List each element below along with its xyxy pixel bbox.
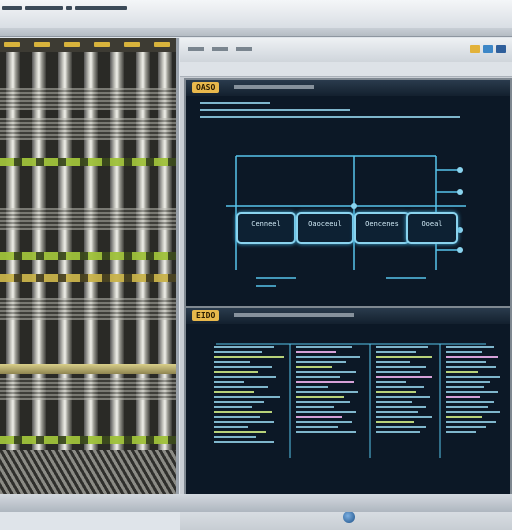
machine-base bbox=[0, 450, 176, 494]
window-controls bbox=[470, 45, 506, 53]
code-panel: EIDO bbox=[184, 306, 512, 510]
close-icon[interactable] bbox=[496, 45, 506, 53]
machine-shelf bbox=[0, 364, 176, 374]
machine-top-rail bbox=[0, 38, 176, 52]
menu-item[interactable] bbox=[236, 47, 252, 51]
flow-node[interactable]: Oencenes bbox=[354, 212, 410, 244]
indicator-light bbox=[64, 42, 80, 47]
machine-coil bbox=[0, 118, 176, 140]
indicator-light bbox=[124, 42, 140, 47]
code-column bbox=[296, 346, 360, 436]
machine-coil bbox=[0, 378, 176, 400]
machine-image bbox=[0, 38, 179, 494]
code-column bbox=[446, 346, 500, 436]
green-band bbox=[0, 436, 176, 444]
diagram-panel: OASO Cenneel Oaoceeul Oencenes Ooeal bbox=[184, 78, 512, 318]
green-band bbox=[0, 252, 176, 260]
menu-item[interactable] bbox=[188, 47, 204, 51]
minimize-icon[interactable] bbox=[470, 45, 480, 53]
yellow-band bbox=[0, 274, 176, 282]
title-bar bbox=[0, 0, 512, 29]
maximize-icon[interactable] bbox=[483, 45, 493, 53]
indicator-light bbox=[4, 42, 20, 47]
menu-item[interactable] bbox=[212, 47, 228, 51]
code-column bbox=[376, 346, 432, 436]
flow-node-label: Ooeal bbox=[421, 220, 443, 228]
green-band bbox=[0, 158, 176, 166]
top-strip bbox=[0, 28, 512, 37]
flow-node-label: Oencenes bbox=[365, 220, 399, 228]
indicator-light bbox=[34, 42, 50, 47]
flow-node[interactable]: Cenneel bbox=[236, 212, 296, 244]
code-column bbox=[214, 346, 284, 446]
machine-coil bbox=[0, 208, 176, 230]
toolbar bbox=[180, 62, 512, 77]
menu-items bbox=[188, 47, 252, 51]
indicator-light bbox=[94, 42, 110, 47]
app-window: OASO Cenneel Oaoceeul Oencenes Ooeal EID… bbox=[180, 38, 512, 530]
flow-diagram bbox=[226, 155, 466, 287]
flow-node-label: Oaoceeul bbox=[308, 220, 342, 228]
indicator-light bbox=[154, 42, 170, 47]
status-button[interactable] bbox=[343, 511, 355, 523]
title-glyphs bbox=[2, 6, 127, 20]
menu-bar bbox=[180, 38, 512, 63]
flow-node[interactable]: Oaoceeul bbox=[296, 212, 354, 244]
machine-coil bbox=[0, 88, 176, 110]
flow-node[interactable]: Ooeal bbox=[406, 212, 458, 244]
bottom-strip bbox=[0, 494, 512, 512]
flow-node-label: Cenneel bbox=[251, 220, 281, 228]
machine-coil bbox=[0, 298, 176, 320]
